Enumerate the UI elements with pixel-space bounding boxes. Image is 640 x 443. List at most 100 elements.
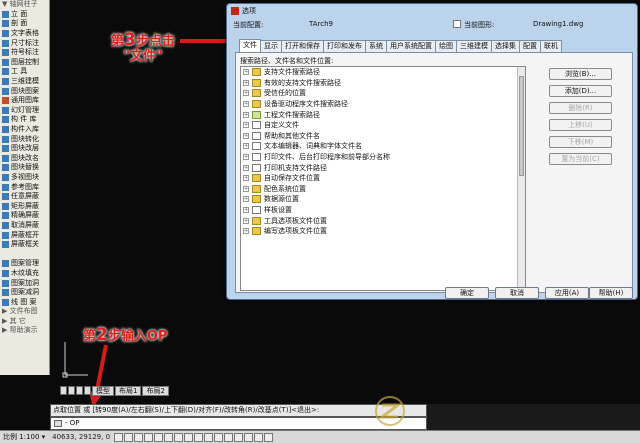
workspace-gear-icon[interactable]: [254, 432, 264, 442]
tree-item[interactable]: + 受信任的位置: [241, 88, 525, 99]
tree-item[interactable]: + 打印机支持文件路径: [241, 162, 525, 173]
palette-item[interactable]: 符号标注: [0, 48, 49, 58]
palette-item[interactable]: ▼ 轴网柱子: [0, 0, 49, 10]
palette-item[interactable]: 尺寸标注: [0, 38, 49, 48]
expand-icon[interactable]: +: [243, 132, 249, 139]
expand-icon[interactable]: +: [243, 101, 249, 108]
expand-icon[interactable]: +: [243, 185, 249, 192]
tree-scrollbar[interactable]: [517, 67, 525, 290]
tree-item[interactable]: + 设备驱动程序文件搜索路径: [241, 99, 525, 110]
annotation-scale-dropdown[interactable]: 比例 1:100 ▾: [0, 432, 48, 442]
palette-item[interactable]: 多视图块: [0, 173, 49, 183]
dialog-tab[interactable]: 系统: [365, 40, 387, 52]
tree-item[interactable]: + 自动保存文件位置: [241, 173, 525, 184]
palette-item[interactable]: 图块替换: [0, 163, 49, 173]
apply-button[interactable]: 应用(A): [545, 287, 589, 299]
expand-icon[interactable]: +: [243, 196, 249, 203]
osnap-toggle-icon[interactable]: [154, 432, 164, 442]
qp-toggle-icon[interactable]: [204, 432, 214, 442]
side-button[interactable]: 下移(M): [549, 136, 612, 148]
polar-toggle-icon[interactable]: [144, 432, 154, 442]
command-input[interactable]: - OP: [65, 418, 79, 429]
expand-icon[interactable]: +: [243, 217, 249, 224]
expand-icon[interactable]: +: [243, 164, 249, 171]
tree-item[interactable]: + 有效的支持文件搜索路径: [241, 78, 525, 89]
tab-layout2[interactable]: 布局2: [142, 386, 169, 396]
palette-item[interactable]: ▶ 文件布图: [0, 307, 49, 317]
side-button[interactable]: 添加(D)...: [549, 85, 612, 97]
palette-item[interactable]: 图块改层: [0, 144, 49, 154]
palette-item[interactable]: 图块改名: [0, 154, 49, 164]
palette-item[interactable]: 构件入库: [0, 125, 49, 135]
palette-item[interactable]: 屏蔽框关: [0, 240, 49, 250]
lock-icon[interactable]: [264, 432, 274, 442]
tree-item[interactable]: + 帮助和其他文件名: [241, 131, 525, 142]
palette-item[interactable]: 构 件 库: [0, 115, 49, 125]
tab-nav-last-icon[interactable]: [84, 386, 91, 395]
cancel-button[interactable]: 取消: [495, 287, 539, 299]
lineweight-toggle-icon[interactable]: [194, 432, 204, 442]
expand-icon[interactable]: +: [243, 122, 249, 129]
scrollbar-thumb[interactable]: [519, 76, 524, 176]
tree-item[interactable]: + 工程文件搜索路径: [241, 109, 525, 120]
side-button[interactable]: 删除(R): [549, 102, 612, 114]
palette-item[interactable]: 剖 面: [0, 19, 49, 29]
dialog-tab[interactable]: 绘图: [435, 40, 457, 52]
palette-item[interactable]: 通用图库: [0, 96, 49, 106]
side-button[interactable]: 置为当前(C): [549, 153, 612, 165]
palette-item[interactable]: 任意屏蔽: [0, 192, 49, 202]
expand-icon[interactable]: +: [243, 143, 249, 150]
tree-item[interactable]: + 打印文件、后台打印程序和前导部分名称: [241, 152, 525, 163]
dialog-tab[interactable]: 联机: [540, 40, 562, 52]
palette-item[interactable]: 精确屏蔽: [0, 211, 49, 221]
tree-item[interactable]: + 配色系统位置: [241, 184, 525, 195]
palette-item[interactable]: 矩形屏蔽: [0, 201, 49, 211]
expand-icon[interactable]: +: [243, 69, 249, 76]
palette-item[interactable]: 图案加洞: [0, 278, 49, 288]
ducs-toggle-icon[interactable]: [174, 432, 184, 442]
dialog-tab[interactable]: 三维建模: [456, 40, 492, 52]
palette-item[interactable]: 木纹填充: [0, 269, 49, 279]
ortho-toggle-icon[interactable]: [134, 432, 144, 442]
tab-nav-prev-icon[interactable]: [68, 386, 75, 395]
palette-item[interactable]: 图块图案: [0, 86, 49, 96]
tab-nav-first-icon[interactable]: [60, 386, 67, 395]
palette-item[interactable]: 线 图 案: [0, 297, 49, 307]
expand-icon[interactable]: +: [243, 154, 249, 161]
tab-model[interactable]: 模型: [92, 386, 114, 396]
tab-nav-next-icon[interactable]: [76, 386, 83, 395]
side-button[interactable]: 上移(U): [549, 119, 612, 131]
model-space-icon[interactable]: [214, 432, 224, 442]
expand-icon[interactable]: +: [243, 111, 249, 118]
help-button[interactable]: 帮助(H): [589, 287, 633, 299]
palette-item[interactable]: 参考图库: [0, 182, 49, 192]
search-path-tree[interactable]: + 支持文件搜索路径 + 有效的支持文件搜索路径 + 受信任的位置 + 设备驱动程序文件搜索路…: [240, 66, 526, 291]
palette-item[interactable]: 取消屏蔽: [0, 221, 49, 231]
side-button[interactable]: 浏览(B)...: [549, 68, 612, 80]
expand-icon[interactable]: +: [243, 207, 249, 214]
expand-icon[interactable]: +: [243, 228, 249, 235]
ok-button[interactable]: 确定: [445, 287, 489, 299]
tab-layout1[interactable]: 布局1: [115, 386, 142, 396]
dyn-toggle-icon[interactable]: [184, 432, 194, 442]
palette-item[interactable]: 图层控制: [0, 58, 49, 68]
grid-toggle-icon[interactable]: [124, 432, 134, 442]
tree-item[interactable]: + 文本编辑器、词典和字体文件名: [241, 141, 525, 152]
dialog-tab[interactable]: 用户系统配置: [386, 40, 436, 52]
palette-item[interactable]: 图块转化: [0, 134, 49, 144]
palette-item[interactable]: 幻灯管理: [0, 106, 49, 116]
zoom-icon[interactable]: [244, 432, 254, 442]
palette-item[interactable]: 图案管理: [0, 259, 49, 269]
dialog-tab[interactable]: 打开和保存: [281, 40, 324, 52]
palette-item[interactable]: ▶ 帮助演示: [0, 326, 49, 336]
dialog-tab[interactable]: 文件: [239, 39, 261, 52]
dialog-tab[interactable]: 选择集: [491, 40, 520, 52]
snap-toggle-icon[interactable]: [114, 432, 124, 442]
tree-item[interactable]: + 支持文件搜索路径: [241, 67, 525, 78]
tree-item[interactable]: + 样板设置: [241, 205, 525, 216]
dialog-tab[interactable]: 显示: [260, 40, 282, 52]
expand-icon[interactable]: +: [243, 90, 249, 97]
otrack-toggle-icon[interactable]: [164, 432, 174, 442]
palette-item[interactable]: ▶ 其 它: [0, 317, 49, 327]
tree-item[interactable]: + 数据源位置: [241, 194, 525, 205]
